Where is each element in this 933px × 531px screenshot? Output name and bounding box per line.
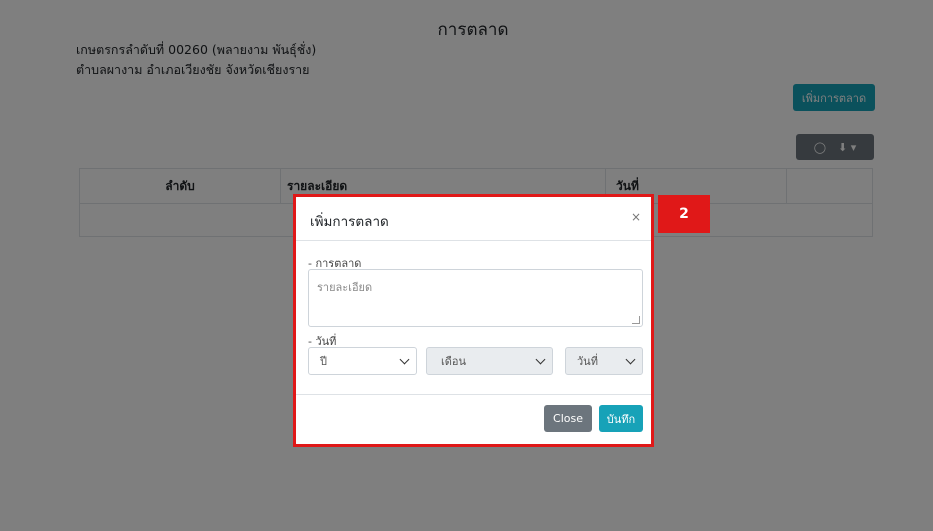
annotation-badge: 2 xyxy=(658,195,710,233)
annotation-highlight-box xyxy=(293,194,654,447)
